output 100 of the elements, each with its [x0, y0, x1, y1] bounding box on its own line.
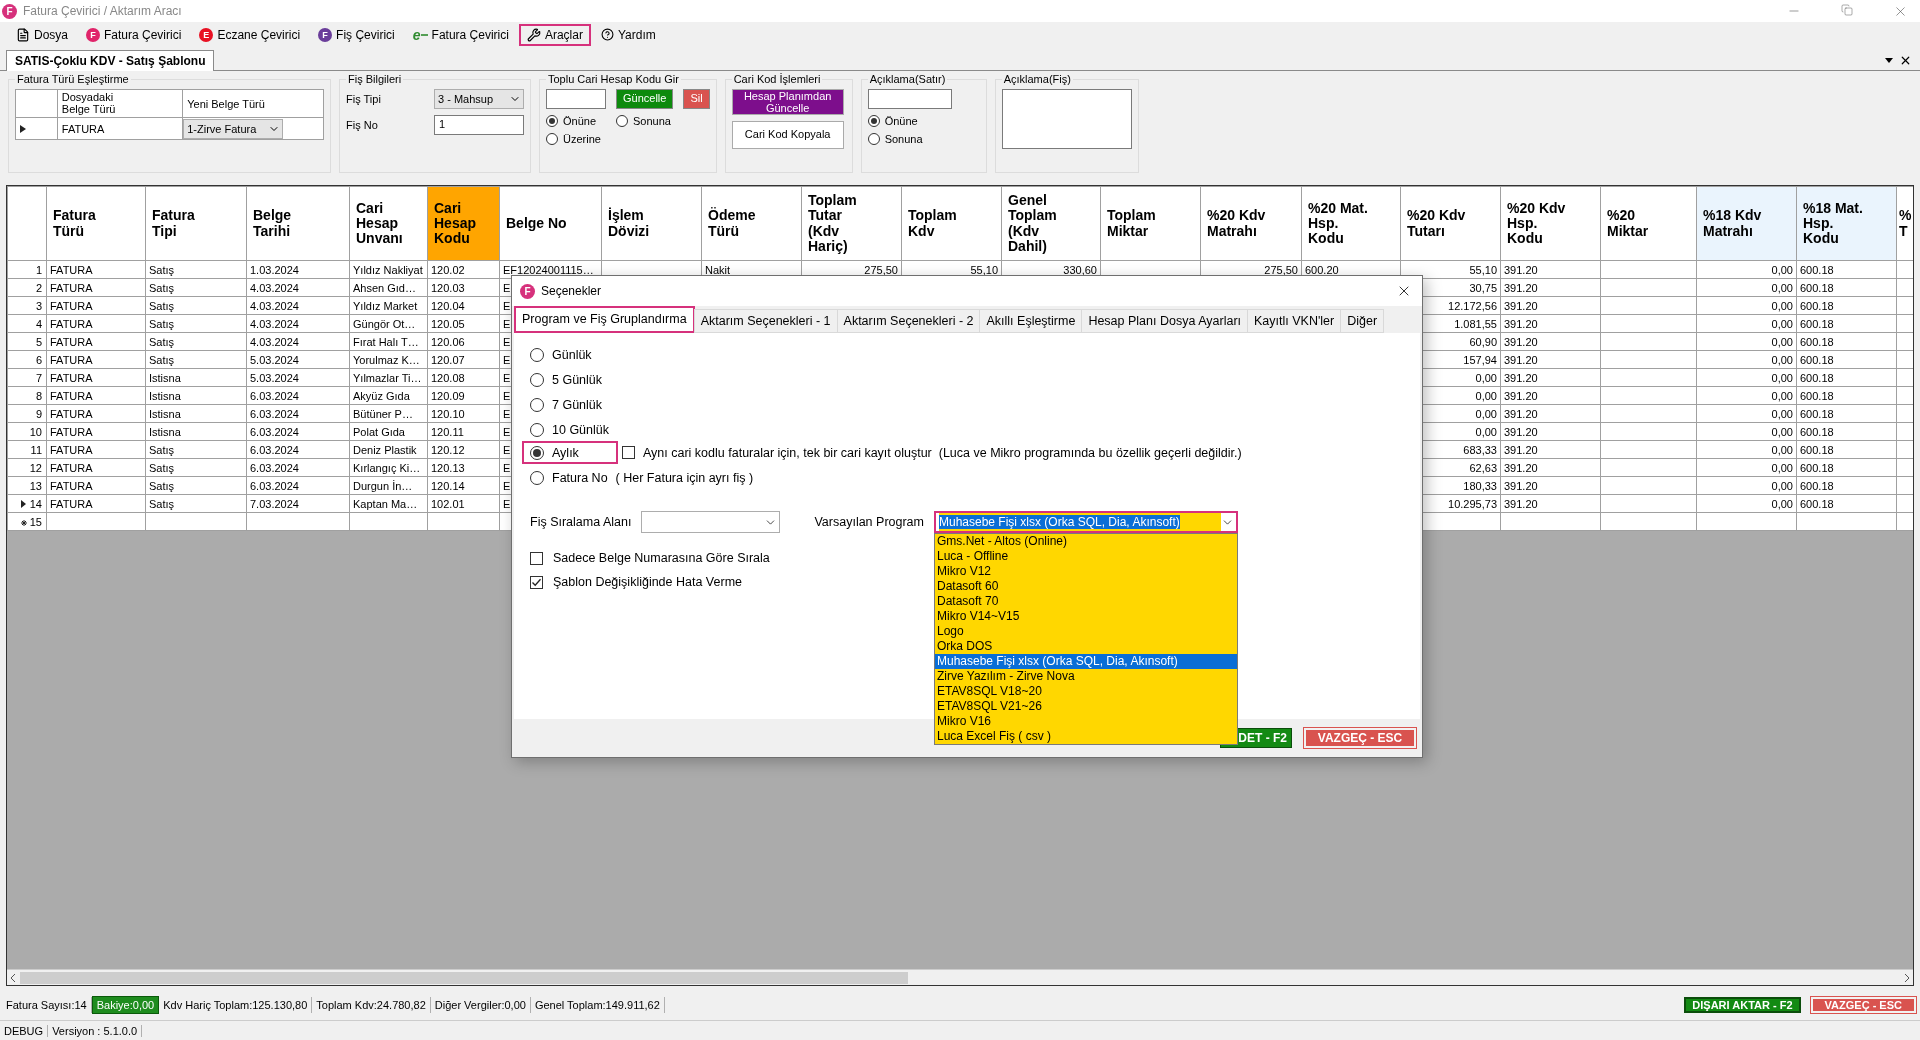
radio-button[interactable] — [616, 115, 629, 127]
dropdown-option[interactable]: Muhasebe Fişi xlsx (Orka SQL, Dia, Akınsoft) — [935, 654, 1237, 669]
column-header[interactable]: Belge No — [499, 186, 602, 261]
voucher-note-field[interactable] — [1001, 89, 1132, 149]
code-input-field[interactable] — [546, 89, 606, 109]
dropdown-option[interactable]: Datasoft 70 — [935, 594, 1237, 609]
table-cell: 391.20 — [1500, 296, 1601, 315]
sort-field-dropdown[interactable] — [641, 511, 781, 533]
column-header[interactable]: İşlem Dövizi — [601, 186, 702, 261]
logo-icon: E — [199, 27, 214, 42]
line-note-field[interactable] — [867, 89, 952, 109]
radio-button[interactable] — [867, 133, 880, 145]
dropdown-option[interactable]: Orka DOS — [935, 639, 1237, 654]
cancel-button[interactable]: VAZGEÇ - ESC — [1810, 997, 1916, 1013]
column-header[interactable]: %20 Kdv Tutarı — [1400, 186, 1501, 261]
copy-code-button[interactable]: Cari Kod Kopyala — [731, 121, 844, 149]
table-cell: FATURA — [57, 117, 183, 140]
column-header[interactable]: Fatura Tipi — [145, 186, 247, 261]
program-dropdown[interactable]: Muhasebe Fişi xlsx (Orka SQL, Dia, Akınsoft) — [934, 511, 1238, 533]
table-cell: 0,00 — [1696, 422, 1797, 441]
tab[interactable]: Kayıtlı VKN'ler — [1247, 309, 1342, 333]
group-title: Fiş Bilgileri — [347, 73, 403, 85]
column-header[interactable]: %20 Miktar — [1600, 186, 1697, 261]
radio-button[interactable] — [530, 422, 544, 437]
menu-item[interactable]: F Fatura Çevirici — [78, 23, 190, 46]
dropdown-option[interactable]: Logo — [935, 624, 1237, 639]
type-dropdown[interactable]: 1-Zirve Fatura — [183, 118, 284, 139]
column-header[interactable]: Cari Hesap Unvanı — [349, 186, 428, 261]
scroll-left-icon[interactable] — [10, 973, 16, 982]
tab[interactable]: Hesap Planı Dosya Ayarları — [1081, 309, 1248, 333]
column-header[interactable]: %18 Mat. Hsp. Kodu — [1796, 186, 1897, 261]
column-header[interactable]: Toplam Miktar — [1100, 186, 1201, 261]
column-header[interactable]: Toplam Tutar (Kdv Hariç) — [801, 186, 902, 261]
column-header[interactable]: Genel Toplam (Kdv Dahil) — [1001, 186, 1101, 261]
dropdown-option[interactable]: Gms.Net - Altos (Online) — [935, 534, 1237, 549]
voucher-type-dropdown[interactable]: 3 - Mahsup — [434, 89, 524, 109]
window-title: Fatura Çevirici / Aktarım Aracı — [23, 4, 183, 18]
dropdown-option[interactable]: Zirve Yazılım - Zirve Nova — [935, 669, 1237, 684]
tab[interactable]: Diğer — [1340, 309, 1385, 333]
row-header: 12 — [7, 458, 47, 477]
menu-item[interactable]: E Eczane Çevirici — [191, 23, 309, 46]
dropdown-option[interactable]: Datasoft 60 — [935, 579, 1237, 594]
radio-button[interactable] — [530, 347, 544, 362]
menu-item[interactable]: Dosya — [8, 23, 76, 46]
tab[interactable]: Aktarım Seçenekleri - 2 — [836, 309, 981, 333]
column-header[interactable]: %20 Kdv Matrahı — [1200, 186, 1302, 261]
radio-button[interactable] — [546, 133, 558, 145]
dropdown-option[interactable]: ETAV8SQL V18~20 — [935, 684, 1237, 699]
table-cell: 600.18 — [1796, 368, 1897, 387]
radio-button[interactable] — [530, 470, 544, 485]
radio-button[interactable] — [530, 397, 544, 412]
dropdown-option[interactable]: Luca - Offline — [935, 549, 1237, 564]
document-tab[interactable]: SATIS-Çoklu KDV - Satış Şablonu — [6, 50, 215, 71]
dropdown-icon[interactable] — [1885, 58, 1893, 63]
column-header[interactable]: Toplam Kdv — [901, 186, 1002, 261]
group-title: Fatura Türü Eşleştirme — [16, 73, 130, 85]
column-header[interactable]: %20 Mat. Hsp. Kodu — [1301, 186, 1401, 261]
delete-button[interactable]: Sil — [683, 89, 710, 109]
column-header[interactable]: %20 Kdv Hsp. Kodu — [1500, 186, 1601, 261]
menu-item[interactable]: Yardım — [592, 23, 664, 46]
column-header[interactable]: Cari Hesap Kodu — [427, 186, 500, 261]
horizontal-scrollbar[interactable] — [7, 969, 1913, 985]
checkbox[interactable] — [622, 446, 635, 459]
scroll-thumb[interactable] — [20, 971, 908, 984]
radio-button[interactable] — [546, 115, 558, 127]
radio-button[interactable] — [530, 445, 544, 460]
dropdown-option[interactable]: Mikro V14~V15 — [935, 609, 1237, 624]
dropdown-option[interactable]: Mikro V16 — [935, 714, 1237, 729]
column-header[interactable]: Belge Tarihi — [246, 186, 350, 261]
cancel-button[interactable]: VAZGEÇ - ESC — [1304, 728, 1416, 748]
radio-option[interactable]: Aylık — [522, 441, 618, 464]
update-from-plan-button[interactable]: Hesap Planımdan Güncelle — [731, 89, 844, 115]
radio-button[interactable] — [530, 372, 544, 387]
menu-item[interactable]: e Fatura Çevirici — [404, 23, 517, 46]
column-header[interactable]: Fatura Türü — [46, 186, 146, 261]
dropdown-option[interactable]: ETAV8SQL V21~26 — [935, 699, 1237, 714]
row-header: 1 — [7, 260, 47, 279]
tab[interactable]: Program ve Fiş Gruplandırma — [514, 306, 695, 333]
voucher-number-field[interactable]: 1 — [434, 115, 524, 135]
menu-item[interactable]: Araçlar — [518, 23, 591, 46]
table-cell: 600.18 — [1796, 350, 1897, 369]
column-header[interactable]: %18 Kdv Matrahı — [1696, 186, 1797, 261]
update-button[interactable]: Güncelle — [616, 89, 674, 109]
tab[interactable]: Akıllı Eşleştirme — [979, 309, 1083, 333]
row-header: 7 — [7, 368, 47, 387]
menu-label: Fiş Çevirici — [336, 27, 395, 42]
radio-note: ( Her Fatura için ayrı fiş ) — [615, 470, 754, 485]
radio-label: Sonuna — [633, 115, 671, 127]
scroll-right-icon[interactable] — [1904, 973, 1910, 982]
table-cell: FATURA — [46, 386, 146, 405]
column-header[interactable]: Ödeme Türü — [701, 186, 802, 261]
export-button[interactable]: DIŞARI AKTAR - F2 — [1684, 997, 1801, 1013]
radio-button[interactable] — [867, 115, 880, 127]
checkbox[interactable] — [530, 551, 543, 565]
table-cell: Bütüner P… — [349, 404, 428, 423]
dropdown-option[interactable]: Mikro V12 — [935, 564, 1237, 579]
checkbox[interactable] — [530, 575, 543, 589]
close-icon[interactable] — [1899, 54, 1912, 67]
menu-item[interactable]: F Fiş Çevirici — [310, 23, 403, 46]
tab[interactable]: Aktarım Seçenekleri - 1 — [693, 309, 838, 333]
